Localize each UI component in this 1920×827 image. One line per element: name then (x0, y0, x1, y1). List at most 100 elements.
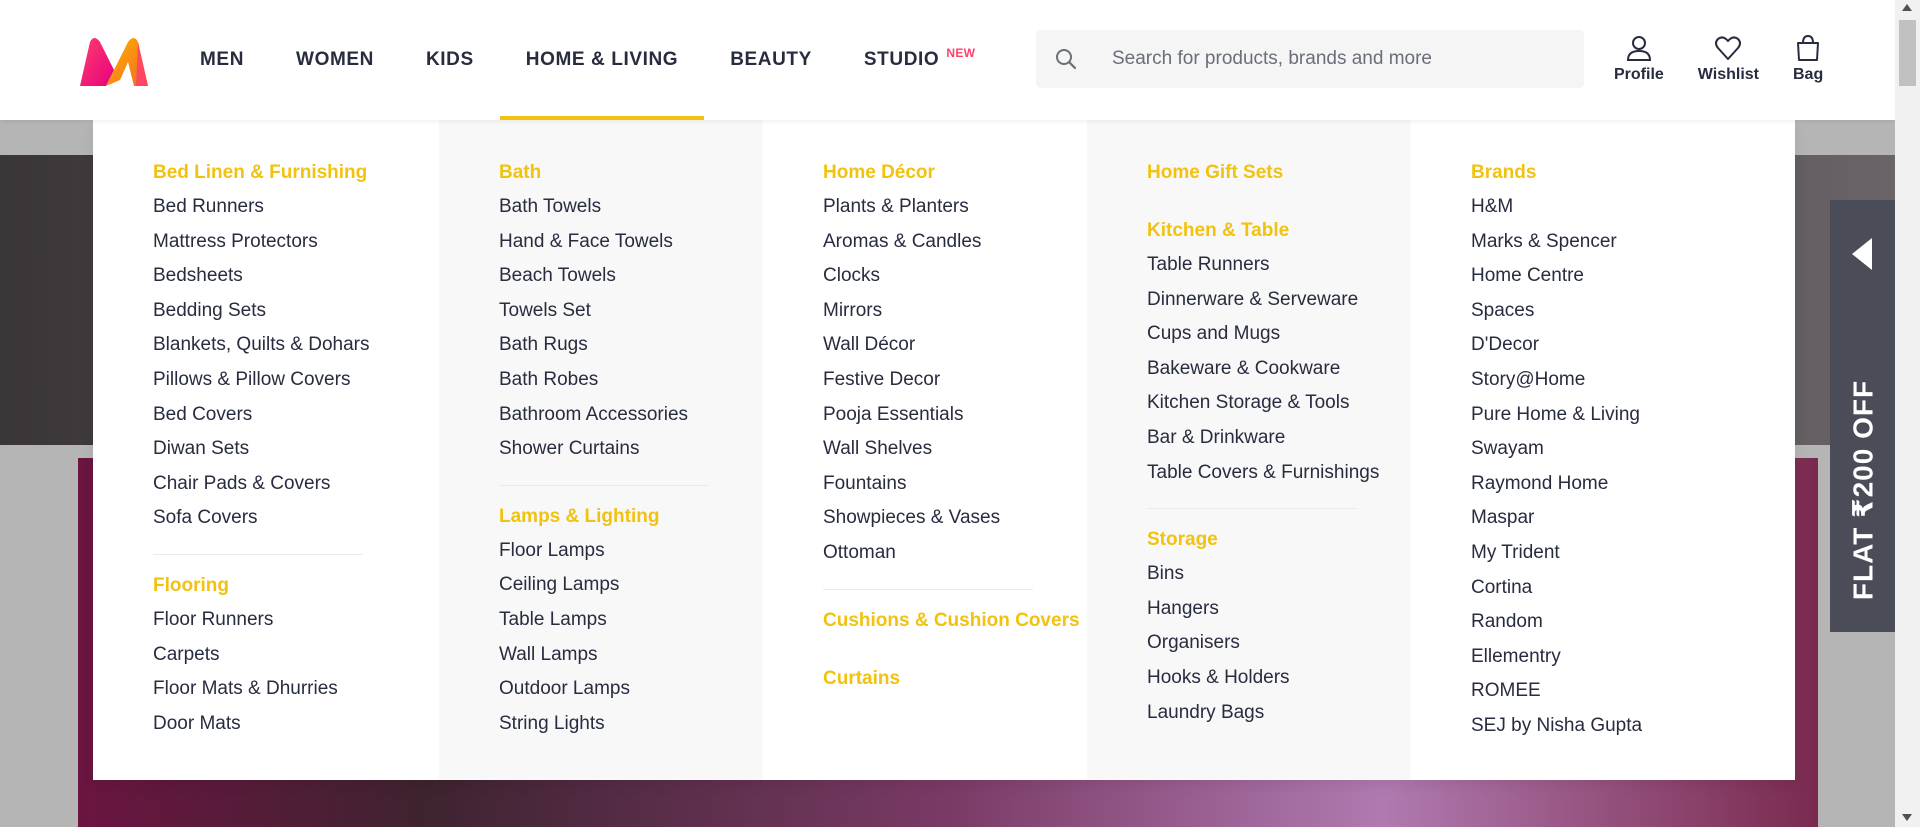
menu-item[interactable]: Floor Mats & Dhurries (153, 672, 439, 707)
menu-item[interactable]: Table Lamps (499, 603, 763, 638)
menu-item[interactable]: Clocks (823, 259, 1087, 294)
nav-item-studio[interactable]: STUDIO NEW (838, 0, 975, 120)
menu-item[interactable]: Bakeware & Cookware (1147, 352, 1411, 387)
site-header: MEN WOMEN KIDS HOME & LIVING BEAUTY STUD… (0, 0, 1895, 120)
menu-category[interactable]: Brands (1471, 162, 1795, 184)
menu-category[interactable]: Cushions & Cushion Covers (823, 610, 1087, 632)
menu-item[interactable]: Showpieces & Vases (823, 501, 1087, 536)
menu-item[interactable]: Bed Covers (153, 398, 439, 433)
nav-item-men[interactable]: MEN (200, 0, 270, 120)
menu-item[interactable]: Fountains (823, 467, 1087, 502)
nav-item-home-living[interactable]: HOME & LIVING (499, 0, 705, 120)
menu-item[interactable]: Cortina (1471, 571, 1795, 606)
menu-category[interactable]: Flooring (153, 575, 439, 597)
menu-item[interactable]: Random (1471, 605, 1795, 640)
menu-column: Home Décor Plants & Planters Aromas & Ca… (763, 120, 1087, 780)
menu-item[interactable]: Laundry Bags (1147, 696, 1411, 731)
menu-item[interactable]: Pillows & Pillow Covers (153, 363, 439, 398)
wishlist-button[interactable]: Wishlist (1698, 34, 1759, 84)
profile-button[interactable]: Profile (1614, 34, 1664, 84)
menu-item[interactable]: Story@Home (1471, 363, 1795, 398)
menu-item[interactable]: Mattress Protectors (153, 225, 439, 260)
menu-item[interactable]: Bath Rugs (499, 328, 763, 363)
menu-item[interactable]: Plants & Planters (823, 190, 1087, 225)
menu-category[interactable]: Home Gift Sets (1147, 162, 1411, 184)
menu-item[interactable]: Dinnerware & Serveware (1147, 283, 1411, 318)
menu-item[interactable]: Bath Towels (499, 190, 763, 225)
offer-side-tab[interactable]: FLAT ₹200 OFF (1830, 200, 1896, 632)
menu-item[interactable]: Blankets, Quilts & Dohars (153, 328, 439, 363)
menu-item[interactable]: Organisers (1147, 626, 1411, 661)
menu-item[interactable]: Maspar (1471, 501, 1795, 536)
menu-category[interactable]: Lamps & Lighting (499, 506, 763, 528)
menu-category[interactable]: Storage (1147, 529, 1411, 551)
menu-item[interactable]: Kitchen Storage & Tools (1147, 386, 1411, 421)
menu-item[interactable]: H&M (1471, 190, 1795, 225)
search-input[interactable] (1096, 30, 1584, 88)
nav-item-beauty[interactable]: BEAUTY (704, 0, 838, 120)
menu-item[interactable]: Carpets (153, 638, 439, 673)
menu-category[interactable]: Home Décor (823, 162, 1087, 184)
page-scrollbar[interactable] (1895, 0, 1920, 827)
menu-item[interactable]: Bedsheets (153, 259, 439, 294)
menu-item[interactable]: Floor Lamps (499, 534, 763, 569)
menu-item[interactable]: Spaces (1471, 294, 1795, 329)
menu-item[interactable]: Chair Pads & Covers (153, 467, 439, 502)
menu-item[interactable]: Bedding Sets (153, 294, 439, 329)
nav-item-kids[interactable]: KIDS (400, 0, 500, 120)
menu-category[interactable]: Bath (499, 162, 763, 184)
menu-item[interactable]: Ceiling Lamps (499, 568, 763, 603)
menu-item[interactable]: My Trident (1471, 536, 1795, 571)
menu-item[interactable]: ROMEE (1471, 674, 1795, 709)
menu-item[interactable]: SEJ by Nisha Gupta (1471, 709, 1795, 744)
menu-item[interactable]: String Lights (499, 707, 763, 742)
menu-item[interactable]: Floor Runners (153, 603, 439, 638)
menu-item[interactable]: Hooks & Holders (1147, 661, 1411, 696)
menu-item[interactable]: Wall Lamps (499, 638, 763, 673)
menu-item[interactable]: Ellementry (1471, 640, 1795, 675)
menu-item[interactable]: D'Decor (1471, 328, 1795, 363)
offer-side-tab-label: FLAT ₹200 OFF (1847, 379, 1879, 601)
menu-item[interactable]: Pooja Essentials (823, 398, 1087, 433)
menu-item[interactable]: Marks & Spencer (1471, 225, 1795, 260)
menu-item[interactable]: Door Mats (153, 707, 439, 742)
bag-button[interactable]: Bag (1793, 34, 1823, 84)
menu-item[interactable]: Wall Décor (823, 328, 1087, 363)
menu-column: Brands H&M Marks & Spencer Home Centre S… (1411, 120, 1795, 780)
menu-item[interactable]: Outdoor Lamps (499, 672, 763, 707)
menu-item[interactable]: Ottoman (823, 536, 1087, 571)
menu-category[interactable]: Kitchen & Table (1147, 220, 1411, 242)
menu-item[interactable]: Hangers (1147, 592, 1411, 627)
menu-item[interactable]: Swayam (1471, 432, 1795, 467)
menu-item[interactable]: Mirrors (823, 294, 1087, 329)
menu-item[interactable]: Beach Towels (499, 259, 763, 294)
menu-item[interactable]: Diwan Sets (153, 432, 439, 467)
menu-category[interactable]: Bed Linen & Furnishing (153, 162, 439, 184)
menu-item[interactable]: Bed Runners (153, 190, 439, 225)
menu-item[interactable]: Hand & Face Towels (499, 225, 763, 260)
menu-item[interactable]: Sofa Covers (153, 501, 439, 536)
menu-item[interactable]: Bar & Drinkware (1147, 421, 1411, 456)
menu-item[interactable]: Bathroom Accessories (499, 398, 763, 433)
scroll-up-icon[interactable] (1902, 4, 1912, 11)
menu-item[interactable]: Bins (1147, 557, 1411, 592)
nav-item-women[interactable]: WOMEN (270, 0, 400, 120)
menu-item[interactable]: Aromas & Candles (823, 225, 1087, 260)
menu-item[interactable]: Pure Home & Living (1471, 398, 1795, 433)
menu-item[interactable]: Shower Curtains (499, 432, 763, 467)
menu-item[interactable]: Bath Robes (499, 363, 763, 398)
menu-item[interactable]: Towels Set (499, 294, 763, 329)
menu-item[interactable]: Table Covers & Furnishings (1147, 456, 1411, 491)
menu-item[interactable]: Raymond Home (1471, 467, 1795, 502)
menu-item[interactable]: Table Runners (1147, 248, 1411, 283)
menu-divider (1147, 508, 1357, 510)
menu-category[interactable]: Curtains (823, 668, 1087, 690)
scroll-down-icon[interactable] (1902, 814, 1912, 821)
menu-item[interactable]: Home Centre (1471, 259, 1795, 294)
menu-item[interactable]: Cups and Mugs (1147, 317, 1411, 352)
search-icon[interactable] (1036, 47, 1096, 71)
myntra-logo[interactable] (76, 36, 152, 90)
menu-item[interactable]: Wall Shelves (823, 432, 1087, 467)
scroll-thumb[interactable] (1899, 20, 1916, 86)
menu-item[interactable]: Festive Decor (823, 363, 1087, 398)
